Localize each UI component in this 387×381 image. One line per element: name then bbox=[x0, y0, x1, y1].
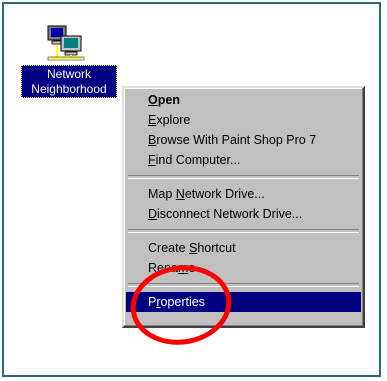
menu-item-create-shortcut[interactable]: Create Shortcut bbox=[126, 238, 361, 258]
menu-item-explore[interactable]: Explore bbox=[126, 110, 361, 130]
menu-item-properties[interactable]: Properties bbox=[126, 292, 361, 312]
network-computers-icon bbox=[47, 25, 85, 61]
menu-item-open[interactable]: Open bbox=[126, 90, 361, 110]
menu-item-browse-paint-shop-pro[interactable]: Browse With Paint Shop Pro 7 bbox=[126, 130, 361, 150]
screenshot-frame: Network Neighborhood Open Explore Browse… bbox=[2, 2, 381, 377]
menu-separator bbox=[128, 283, 359, 287]
menu-separator bbox=[128, 175, 359, 179]
icon-label-line2: Neighborhood bbox=[31, 82, 107, 96]
menu-separator bbox=[128, 229, 359, 233]
network-neighborhood-desktop-icon[interactable]: Network Neighborhood bbox=[21, 25, 121, 100]
context-menu: Open Explore Browse With Paint Shop Pro … bbox=[122, 86, 365, 328]
menu-item-find-computer[interactable]: Find Computer... bbox=[126, 150, 361, 170]
menu-item-map-network-drive[interactable]: Map Network Drive... bbox=[126, 184, 361, 204]
menu-item-disconnect-network-drive[interactable]: Disconnect Network Drive... bbox=[126, 204, 361, 224]
desktop-icon-label: Network Neighborhood bbox=[21, 65, 117, 98]
icon-label-line1: Network bbox=[46, 67, 91, 81]
menu-item-rename[interactable]: Rename bbox=[126, 258, 361, 278]
